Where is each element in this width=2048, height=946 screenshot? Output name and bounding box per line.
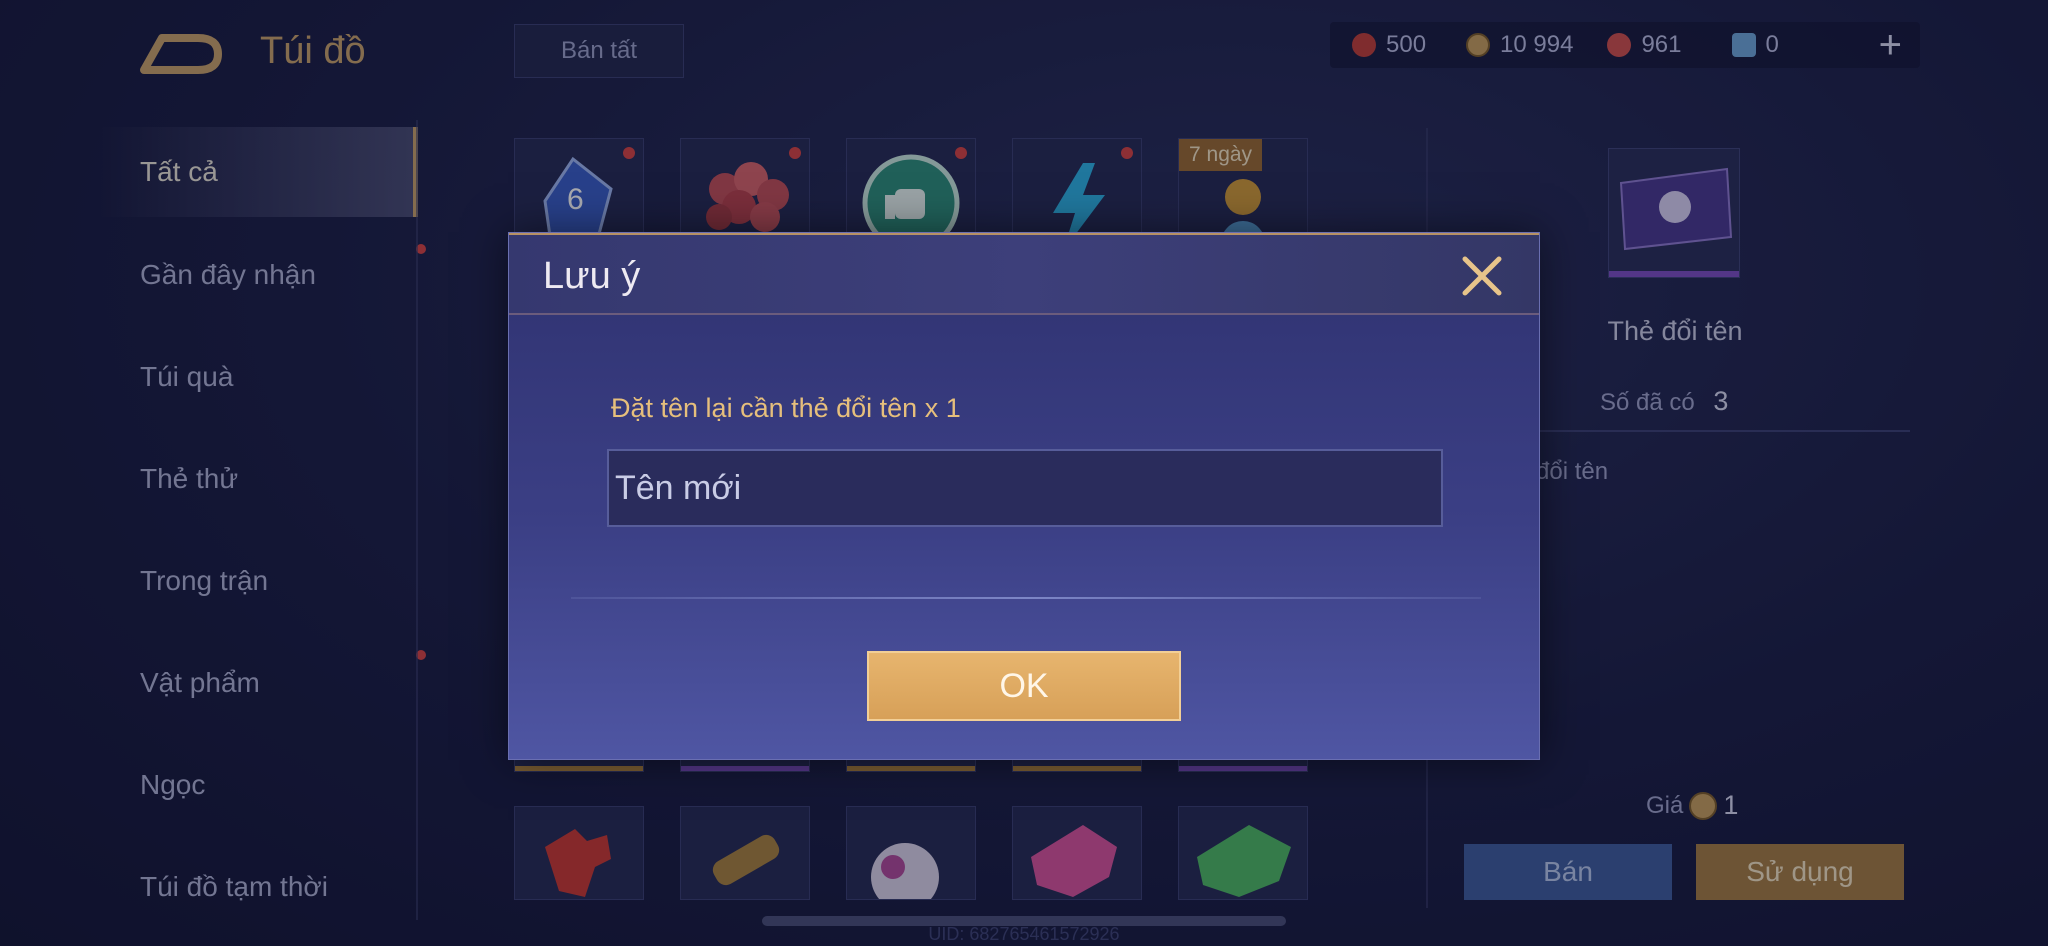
- notice-dialog: Lưu ý Đặt tên lại cần thẻ đổi tên x 1 OK: [508, 232, 1540, 760]
- close-icon: [1462, 256, 1502, 296]
- dialog-message: Đặt tên lại cần thẻ đổi tên x 1: [611, 393, 961, 423]
- ok-button[interactable]: OK: [867, 651, 1181, 721]
- dialog-title: Lưu ý: [543, 255, 641, 297]
- close-button[interactable]: [1459, 253, 1505, 299]
- new-name-input[interactable]: [607, 449, 1443, 527]
- dialog-header: Lưu ý: [509, 233, 1539, 315]
- divider: [571, 597, 1481, 599]
